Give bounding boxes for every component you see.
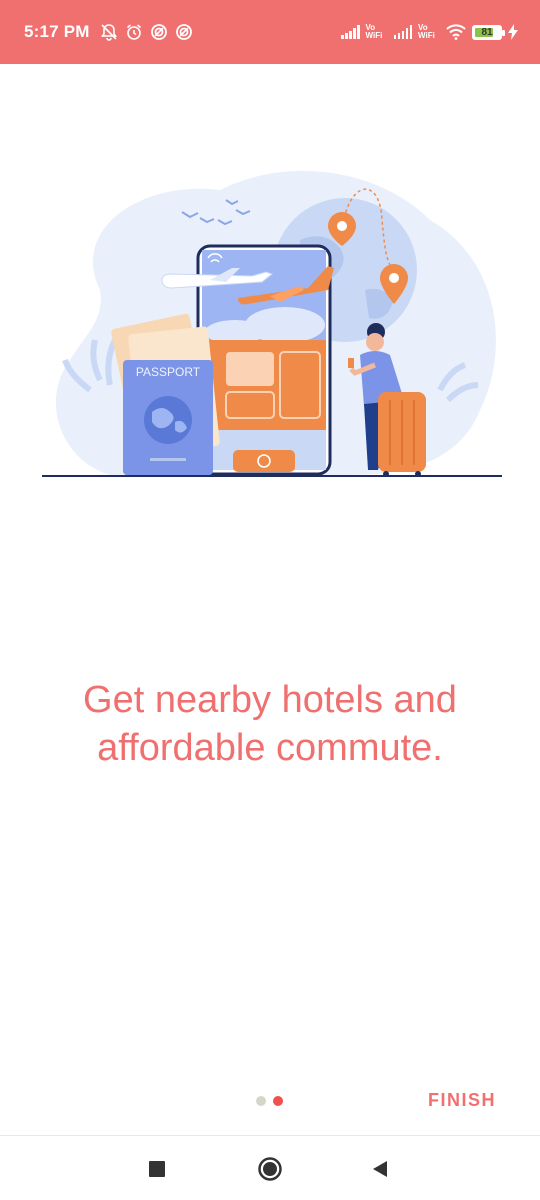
status-bar: 5:17 PM Vo WiFi Vo WiFi 81	[0, 0, 540, 64]
page-dot-1[interactable]	[256, 1096, 266, 1106]
square-icon	[149, 1161, 165, 1177]
sync-icon	[175, 24, 192, 40]
recents-button[interactable]	[142, 1154, 172, 1184]
circle-icon	[258, 1157, 282, 1181]
signal-strength-icon	[393, 25, 412, 39]
passport-label: PASSPORT	[136, 365, 201, 379]
page-indicator	[256, 1096, 283, 1106]
triangle-back-icon	[373, 1161, 387, 1177]
battery-icon: 81	[472, 24, 505, 40]
wifi-icon	[446, 24, 466, 40]
page-dot-2[interactable]	[273, 1096, 283, 1106]
signal-strength-icon	[341, 25, 360, 39]
charging-bolt-icon	[508, 24, 518, 40]
vowifi-label-2: Vo WiFi	[418, 23, 435, 40]
home-button[interactable]	[255, 1154, 285, 1184]
status-time: 5:17 PM	[24, 22, 90, 41]
status-notification-icons	[100, 23, 193, 41]
vowifi-label-1: Vo WiFi	[365, 23, 383, 40]
system-navigation-bar	[0, 1136, 540, 1200]
finish-button[interactable]: FINISH	[428, 1090, 496, 1111]
passport-illustration: PASSPORT	[123, 360, 213, 475]
battery-level: 81	[481, 26, 493, 38]
travel-illustration: PASSPORT	[42, 170, 502, 477]
alarm-icon	[126, 24, 141, 40]
sync-icon	[150, 24, 167, 40]
onboarding-headline: Get nearby hotels and affordable commute…	[83, 679, 457, 769]
back-button[interactable]	[365, 1154, 395, 1184]
bell-off-icon	[100, 24, 117, 41]
status-system-icons: Vo WiFi Vo WiFi 81	[341, 24, 518, 40]
